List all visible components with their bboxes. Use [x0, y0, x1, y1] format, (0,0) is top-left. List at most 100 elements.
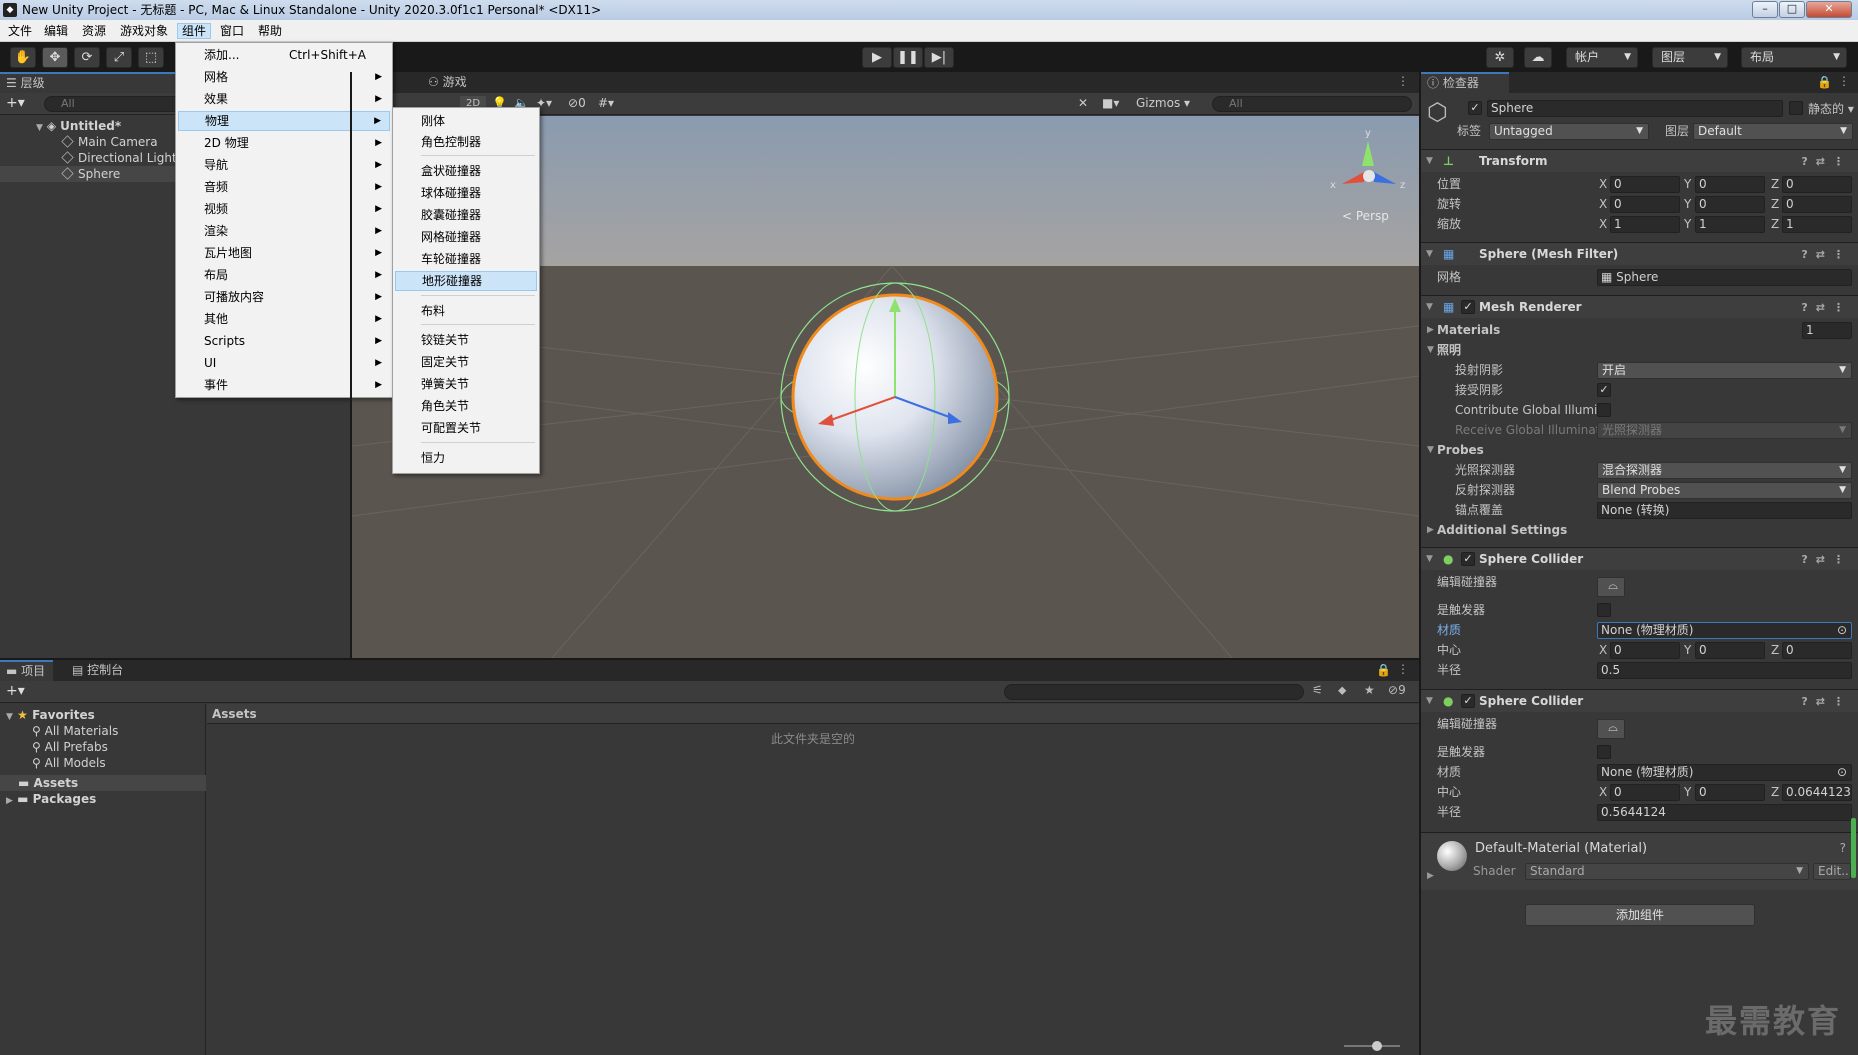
panel-splitter-vertical[interactable]	[350, 72, 352, 660]
center-x-field[interactable]: 0	[1610, 642, 1680, 659]
breadcrumb[interactable]: Assets	[207, 704, 1419, 724]
menu-item-ui[interactable]: UI ▶	[178, 353, 390, 373]
menu-item-navigation[interactable]: 导航 ▶	[178, 155, 390, 175]
step-button[interactable]: ▶|	[924, 47, 954, 68]
component-header-icons[interactable]: ?⇄⋮	[1801, 296, 1852, 319]
menu-item-character-controller[interactable]: 角色控制器	[395, 132, 537, 152]
menu-item-add[interactable]: 添加... Ctrl+Shift+A	[178, 45, 390, 65]
favorites-folder[interactable]: ▼ ★ Favorites	[6, 707, 95, 723]
reflection-probes-dropdown[interactable]: Blend Probes ▼	[1597, 482, 1852, 499]
scale-x-field[interactable]: 1	[1610, 216, 1680, 233]
pause-button[interactable]: ❚❚	[893, 47, 923, 68]
edit-collider-2-button[interactable]: ⌓	[1597, 719, 1625, 739]
menu-item-rigidbody[interactable]: 刚体	[395, 111, 537, 131]
materials-row[interactable]: ▶ Materials 1	[1421, 321, 1858, 339]
additional-settings-row[interactable]: ▶ Additional Settings	[1421, 521, 1858, 539]
minimize-button[interactable]: –	[1752, 1, 1778, 18]
menu-item-rendering[interactable]: 渲染 ▶	[178, 221, 390, 241]
center-y-field[interactable]: 0	[1695, 642, 1765, 659]
close-button[interactable]: ✕	[1806, 1, 1852, 18]
scale-y-field[interactable]: 1	[1695, 216, 1765, 233]
center-z-field[interactable]: 0	[1782, 642, 1852, 659]
menu-item-playables[interactable]: 可播放内容 ▶	[178, 287, 390, 307]
tag-dropdown[interactable]: Untagged ▼	[1489, 123, 1649, 140]
sphere-collider-2-enabled-checkbox[interactable]: ✓	[1461, 694, 1475, 708]
menu-item-sphere-collider[interactable]: 球体碰撞器	[395, 183, 537, 203]
filter-by-label-icon[interactable]: ⬥	[1338, 683, 1346, 698]
tab-project[interactable]: ▬ 项目	[0, 660, 54, 681]
position-x-field[interactable]: 0	[1610, 176, 1680, 193]
collab-icon[interactable]: ✲	[1486, 47, 1514, 68]
grid-icon[interactable]: #▾	[598, 96, 614, 110]
hand-tool-icon[interactable]: ✋	[10, 47, 36, 68]
more-options-icon[interactable]: ⋮	[1838, 74, 1850, 88]
scene-root[interactable]: ▼ ◈ Untitled*	[36, 118, 121, 134]
menu-file[interactable]: 文件	[4, 23, 36, 39]
menu-item-spring-joint[interactable]: 弹簧关节	[395, 374, 537, 394]
menu-item-box-collider[interactable]: 盒状碰撞器	[395, 161, 537, 181]
menu-item-capsule-collider[interactable]: 胶囊碰撞器	[395, 205, 537, 225]
rect-tool-icon[interactable]: ⬚	[138, 47, 164, 68]
menu-item-wheel-collider[interactable]: 车轮碰撞器	[395, 249, 537, 269]
sphere-collider-header[interactable]: ▼ ● ✓ Sphere Collider ?⇄⋮	[1421, 547, 1858, 570]
menu-window[interactable]: 窗口	[216, 23, 248, 39]
lock-icon[interactable]: 🔒	[1817, 75, 1832, 89]
maximize-button[interactable]: □	[1779, 1, 1805, 18]
active-checkbox[interactable]: ✓	[1468, 101, 1482, 115]
menu-item-physics-2d[interactable]: 2D 物理 ▶	[178, 133, 390, 153]
position-z-field[interactable]: 0	[1782, 176, 1852, 193]
menu-item-miscellaneous[interactable]: 其他 ▶	[178, 309, 390, 329]
menu-help[interactable]: 帮助	[254, 23, 286, 39]
tab-console[interactable]: ▤ 控制台	[66, 660, 131, 681]
light-probes-dropdown[interactable]: 混合探测器 ▼	[1597, 462, 1852, 479]
mesh-filter-header[interactable]: ▼ ▦ Sphere (Mesh Filter) ?⇄⋮	[1421, 242, 1858, 265]
layers-dropdown[interactable]: 图层 ▼	[1652, 47, 1728, 68]
material-2-field[interactable]: None (物理材质) ⊙	[1597, 764, 1852, 781]
shader-dropdown[interactable]: Standard ▼	[1525, 863, 1809, 880]
play-button[interactable]: ▶	[862, 47, 892, 68]
tab-inspector[interactable]: ⓘ 检查器	[1421, 72, 1509, 93]
object-name-field[interactable]: Sphere	[1487, 100, 1783, 117]
menu-item-terrain-collider[interactable]: 地形碰撞器	[395, 271, 537, 291]
tab-hierarchy[interactable]: ☰ 层级	[0, 72, 180, 93]
add-icon[interactable]: +▾	[6, 683, 25, 699]
menu-assets[interactable]: 资源	[78, 23, 110, 39]
menu-item-video[interactable]: 视频 ▶	[178, 199, 390, 219]
radius-field[interactable]: 0.5	[1597, 662, 1852, 679]
hidden-objects-icon[interactable]: ⊘0	[568, 96, 586, 110]
anchor-override-field[interactable]: None (转换)	[1597, 502, 1852, 519]
is-trigger-checkbox[interactable]	[1597, 603, 1611, 617]
shader-edit-button[interactable]: Edit...	[1813, 863, 1851, 880]
favorite-star-icon[interactable]: ★	[1364, 683, 1375, 697]
menu-edit[interactable]: 编辑	[40, 23, 72, 39]
layout-dropdown[interactable]: 布局 ▼	[1741, 47, 1847, 68]
rotate-tool-icon[interactable]: ⟳	[74, 47, 100, 68]
menu-item-effects[interactable]: 效果 ▶	[178, 89, 390, 109]
mesh-field[interactable]: ▦ Sphere	[1597, 269, 1852, 286]
help-icon[interactable]: ?	[1840, 841, 1846, 855]
probes-row[interactable]: ▼ Probes	[1421, 441, 1858, 459]
more-options-icon[interactable]: ⋮	[1397, 74, 1409, 88]
camera-icon[interactable]: ■▾	[1102, 96, 1119, 110]
center-2-y-field[interactable]: 0	[1695, 784, 1765, 801]
rotation-z-field[interactable]: 0	[1782, 196, 1852, 213]
position-y-field[interactable]: 0	[1695, 176, 1765, 193]
object-picker-icon[interactable]: ⊙	[1837, 765, 1847, 780]
project-search-input[interactable]	[1004, 684, 1304, 700]
tab-game[interactable]: ⚇ 游戏	[422, 72, 475, 93]
panel-splitter-inspector[interactable]	[1419, 72, 1421, 1055]
panel-splitter-horizontal[interactable]	[0, 658, 1419, 660]
cast-shadows-dropdown[interactable]: 开启 ▼	[1597, 362, 1852, 379]
list-item[interactable]: Directional Light	[61, 150, 177, 166]
account-dropdown[interactable]: 帐户 ▼	[1566, 47, 1638, 68]
scale-tool-icon[interactable]: ⤢	[106, 47, 132, 68]
menu-item-scripts[interactable]: Scripts ▶	[178, 331, 390, 351]
edit-collider-button[interactable]: ⌓	[1597, 577, 1625, 597]
persp-label[interactable]: < Persp	[1342, 209, 1389, 223]
list-item[interactable]: ⚲ All Materials	[32, 723, 118, 739]
menu-item-hinge-joint[interactable]: 铰链关节	[395, 330, 537, 350]
gizmos-dropdown[interactable]: Gizmos ▾	[1136, 96, 1190, 110]
menu-item-mesh[interactable]: 网格 ▶	[178, 67, 390, 87]
zoom-slider-handle[interactable]	[1372, 1041, 1382, 1051]
lock-icon[interactable]: 🔒	[1376, 663, 1391, 677]
